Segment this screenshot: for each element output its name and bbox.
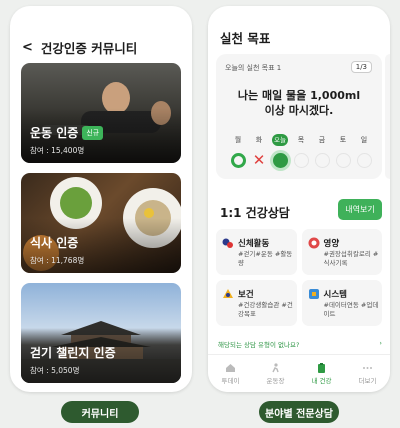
consult-categories: 신체활동 #걷기#운동 #활동량 영양 #권장섭취칼로리 #식사기록 보건 #건…	[216, 229, 382, 326]
nutrition-icon	[308, 237, 319, 249]
system-icon	[308, 289, 319, 299]
card-title-text: 걷기 챌린지 인증	[30, 346, 116, 360]
category-nutrition[interactable]: 영양 #권장섭취칼로리 #식사기록	[301, 229, 382, 275]
category-system[interactable]: 시스템 #데이터연동 #업데이트	[301, 280, 382, 326]
health-icon	[223, 289, 233, 298]
today-dot-icon	[272, 153, 288, 168]
person-run-icon	[272, 362, 279, 372]
day-tue[interactable]: 화 ✕	[251, 134, 267, 168]
goal-label: 오늘의 실천 목표 1	[225, 64, 282, 72]
card-title: 걷기 챌린지 인증	[30, 344, 116, 361]
category-physical[interactable]: 신체활동 #걷기#운동 #활동량	[216, 229, 297, 275]
day-label: 월	[234, 136, 242, 144]
card-title-text: 식사 인증	[30, 236, 79, 250]
category-tags: #데이터연동 #업데이트	[323, 301, 379, 318]
category-name: 시스템	[323, 290, 347, 300]
card-participants: 참여 : 5,050명	[30, 366, 80, 375]
check-circle-icon	[230, 153, 246, 168]
goal-text: 나는 매일 물을 1,000ml 이상 마시겠다.	[216, 88, 382, 118]
home-icon	[225, 363, 235, 372]
faq-text: 해당되는 상담 유형이 없나요?	[218, 341, 300, 349]
exercise-cert-card[interactable]: 운동 인증 신규 참여 : 15,400명	[21, 63, 181, 163]
tab-label: 더보기	[358, 376, 377, 385]
goal-text-line2: 이상 마시겠다.	[264, 104, 334, 117]
day-sun[interactable]: 일	[356, 134, 372, 168]
category-name: 신체활동	[238, 239, 270, 249]
page-title: 건강인증 커뮤니티	[40, 41, 138, 56]
community-header: < 건강인증 커뮤니티	[22, 38, 137, 57]
category-tags: #걷기#운동 #활동량	[238, 250, 293, 267]
category-health[interactable]: 보건 #건강생활습관 #건강목표	[216, 280, 297, 326]
more-dots-icon	[363, 366, 372, 369]
tab-today[interactable]: 투데이	[221, 363, 240, 385]
new-badge: 신규	[82, 125, 104, 140]
clipboard-icon	[317, 362, 325, 373]
day-label: 화	[255, 136, 263, 144]
day-label: 금	[318, 136, 326, 144]
day-label: 일	[360, 136, 368, 144]
card-title: 운동 인증 신규	[30, 124, 104, 141]
consult-title: 1:1 건강상담	[220, 206, 290, 220]
category-name: 보건	[238, 290, 254, 300]
walk-challenge-card[interactable]: 걷기 챌린지 인증 참여 : 5,050명	[21, 283, 181, 383]
day-sat[interactable]: 토	[335, 134, 351, 168]
empty-circle-icon	[335, 153, 351, 168]
day-label: 오늘	[272, 134, 288, 146]
activity-icon	[222, 238, 233, 248]
meal-cert-card[interactable]: 식사 인증 참여 : 11,768명	[21, 173, 181, 273]
day-fri[interactable]: 금	[314, 134, 330, 168]
history-button[interactable]: 내역보기	[338, 199, 382, 220]
next-goal-card-peek[interactable]	[385, 54, 390, 179]
tab-my-health[interactable]: 내 건강	[311, 362, 332, 385]
tab-label: 운동장	[266, 376, 285, 385]
consult-caption-pill: 분야별 전문상담	[259, 401, 339, 423]
chevron-right-icon: ›	[379, 339, 382, 347]
category-tags: #권장섭취칼로리 #식사기록	[323, 250, 379, 267]
day-label: 목	[297, 136, 305, 144]
empty-circle-icon	[293, 153, 309, 168]
empty-circle-icon	[314, 153, 330, 168]
community-screen: < 건강인증 커뮤니티 운동 인증 신규 참여 : 15,400명 식사 인증	[10, 6, 192, 392]
page-title: 실천 목표	[220, 31, 271, 46]
daily-goal-card[interactable]: 오늘의 실천 목표 1 1/3 나는 매일 물을 1,000ml 이상 마시겠다…	[216, 54, 382, 179]
empty-circle-icon	[356, 153, 372, 168]
other-consult-link[interactable]: 해당되는 상담 유형이 없나요? ›	[218, 339, 382, 349]
tab-playground[interactable]: 운동장	[266, 362, 285, 385]
tab-label: 투데이	[221, 376, 240, 385]
card-participants: 참여 : 11,768명	[30, 256, 85, 265]
week-tracker: 월 화 ✕ 오늘 목 금 토 일	[230, 134, 372, 168]
goal-text-line1: 나는 매일 물을 1,000ml	[237, 89, 361, 102]
category-tags: #건강생활습관 #건강목표	[238, 301, 293, 318]
category-name: 영양	[323, 239, 340, 249]
day-label: 토	[339, 136, 347, 144]
tab-more[interactable]: 더보기	[358, 363, 377, 385]
tab-label: 내 건강	[311, 376, 332, 385]
goal-pager: 1/3	[350, 61, 372, 73]
day-thu[interactable]: 목	[293, 134, 309, 168]
x-mark-icon: ✕	[252, 151, 266, 169]
consult-screen: 실천 목표 오늘의 실천 목표 1 1/3 나는 매일 물을 1,000ml 이…	[208, 6, 390, 392]
community-caption-pill: 커뮤니티	[61, 401, 139, 423]
day-mon[interactable]: 월	[230, 134, 246, 168]
card-title: 식사 인증	[30, 234, 78, 251]
bottom-tab-bar: 투데이 운동장 내 건강 더보기	[208, 354, 390, 392]
card-participants: 참여 : 15,400명	[30, 146, 85, 155]
card-title-text: 운동 인증	[30, 126, 79, 140]
back-arrow-icon[interactable]: <	[22, 40, 33, 55]
day-today[interactable]: 오늘	[272, 134, 288, 168]
